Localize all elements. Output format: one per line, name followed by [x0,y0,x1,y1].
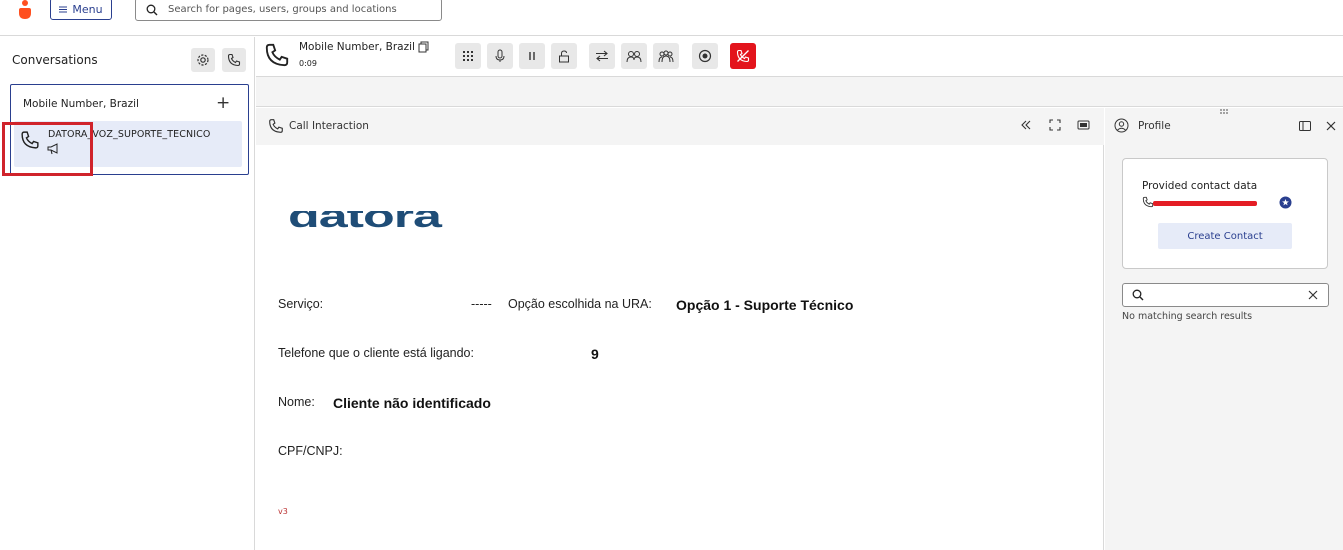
profile-title: Profile [1138,120,1171,132]
disconnect-button[interactable] [730,43,756,69]
dialpad-icon [462,50,474,62]
contact-card: Provided contact data Create Contact [1122,158,1328,269]
ura-value: Opção 1 - Suporte Técnico [676,297,854,313]
conversation-group-title: Mobile Number, Brazil [23,98,139,110]
collapse-icon[interactable] [1020,119,1032,131]
redaction-line [1153,201,1257,206]
call-number: Mobile Number, Brazil [299,41,415,53]
phone-icon [264,42,290,68]
new-call-button[interactable] [222,48,246,72]
call-interaction-header: Call Interaction [256,108,1104,145]
version-label: v3 [278,507,288,516]
panel-icon[interactable] [1299,121,1311,131]
hangup-icon [736,49,750,63]
drag-handle-icon[interactable] [1219,108,1229,116]
no-results-text: No matching search results [1122,311,1253,322]
call-sub-bar [256,77,1343,107]
search-icon [146,4,158,16]
phone-icon [227,53,241,67]
hamburger-icon [59,6,68,13]
call-toolbar: Mobile Number, Brazil 0:09 [256,37,1343,77]
logo-redaction [286,200,496,211]
secure-pause-button[interactable] [551,43,577,69]
telefone-value: 9 [591,346,599,362]
call-interaction-panel: Call Interaction datora Serviço: ----- O… [256,108,1104,550]
contact-title: Provided contact data [1142,180,1258,192]
separator-text: ----- [471,297,492,311]
star-badge-icon [1279,196,1292,209]
genesys-logo[interactable] [16,0,34,20]
profile-panel: Profile Provided contact data Create Con… [1105,108,1343,550]
clear-icon[interactable] [1308,290,1318,300]
nome-label: Nome: [278,395,315,409]
contact-search-input[interactable] [1122,283,1329,307]
phone-icon [268,118,284,134]
copy-icon[interactable] [418,41,429,53]
call-timer: 0:09 [299,59,317,68]
record-icon [698,49,712,63]
consult-button[interactable] [621,43,647,69]
conversations-panel: Conversations Mobile Number, Brazil + DA… [10,37,255,550]
call-interaction-title: Call Interaction [289,120,369,132]
global-search-input[interactable]: Search for pages, users, groups and loca… [135,0,442,21]
panel-toggle-icon[interactable] [1077,119,1090,131]
conference-button[interactable] [653,43,679,69]
transfer-icon [595,50,609,62]
hold-button[interactable] [519,43,545,69]
top-bar: Menu Search for pages, users, groups and… [0,0,1343,36]
mute-button[interactable] [487,43,513,69]
cpf-label: CPF/CNPJ: [278,444,343,458]
add-icon[interactable]: + [216,93,230,113]
people-icon [626,50,642,63]
microphone-icon [494,49,506,63]
create-contact-button[interactable]: Create Contact [1158,223,1292,249]
pause-icon [527,51,537,61]
menu-label: Menu [72,2,103,16]
unlock-icon [558,49,570,63]
servico-label: Serviço: [278,297,324,311]
transfer-button[interactable] [589,43,615,69]
fullscreen-icon[interactable] [1049,119,1061,131]
nome-value: Cliente não identificado [333,395,491,411]
highlight-box [2,122,93,176]
settings-button[interactable] [191,48,215,72]
conversations-title: Conversations [12,53,98,67]
record-button[interactable] [692,43,718,69]
close-icon[interactable] [1326,121,1336,131]
group-icon [658,50,674,63]
menu-button[interactable]: Menu [50,0,112,20]
search-placeholder: Search for pages, users, groups and loca… [168,4,397,15]
search-icon [1132,289,1144,301]
user-circle-icon [1114,118,1129,133]
telefone-label: Telefone que o cliente está ligando: [278,346,474,360]
ura-label: Opção escolhida na URA: [508,297,652,311]
gear-icon [196,53,210,67]
dialpad-button[interactable] [455,43,481,69]
